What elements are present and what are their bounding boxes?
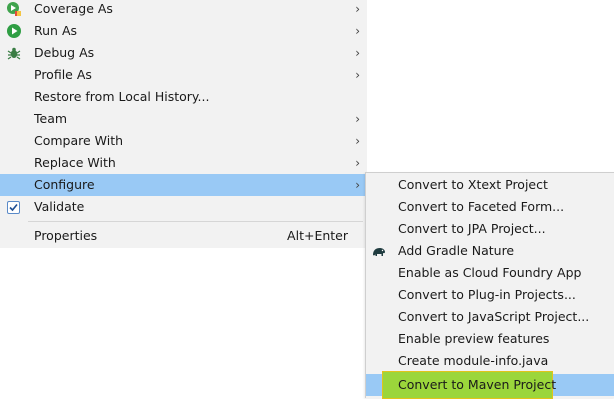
menu-item-label: Team xyxy=(34,111,68,126)
submenu-item-add-gradle-nature[interactable]: Add Gradle Nature xyxy=(366,240,614,262)
menu-item-label: Properties xyxy=(34,228,98,243)
menu-item-configure[interactable]: Configure › xyxy=(0,174,367,196)
submenu-item-convert-maven[interactable]: Convert to Maven Project xyxy=(366,371,614,399)
menu-separator xyxy=(28,221,363,222)
menu-item-profile-as[interactable]: Profile As › xyxy=(0,64,367,86)
menu-item-label: Coverage As xyxy=(34,1,113,16)
menu-item-validate[interactable]: Validate xyxy=(0,196,367,218)
menu-item-run-as[interactable]: Run As › xyxy=(0,20,367,42)
check-icon xyxy=(9,203,18,212)
menu-item-label: Create module-info.java xyxy=(398,353,549,368)
menu-item-team[interactable]: Team › xyxy=(0,108,367,130)
chevron-right-icon: › xyxy=(355,68,360,82)
debug-bug-icon xyxy=(6,45,22,61)
menu-item-label: Convert to JavaScript Project... xyxy=(398,309,590,324)
chevron-right-icon: › xyxy=(355,134,360,148)
chevron-right-icon: › xyxy=(355,178,360,192)
menu-item-label: Validate xyxy=(34,199,85,214)
submenu-item-enable-cloud-foundry[interactable]: Enable as Cloud Foundry App xyxy=(366,262,614,284)
menu-item-label: Compare With xyxy=(34,133,124,148)
menu-item-label: Configure xyxy=(34,177,95,192)
submenu-item-create-module-info[interactable]: Create module-info.java xyxy=(366,350,614,372)
menu-item-debug-as[interactable]: Debug As › xyxy=(0,42,367,64)
menu-item-label: Convert to JPA Project... xyxy=(398,221,546,236)
menu-item-label: Run As xyxy=(34,23,78,38)
menu-item-restore-local-history[interactable]: Restore from Local History... xyxy=(0,86,367,108)
menu-item-label: Enable as Cloud Foundry App xyxy=(398,265,582,280)
coverage-icon xyxy=(6,1,22,17)
menu-item-properties[interactable]: Properties Alt+Enter xyxy=(0,225,367,247)
submenu-item-convert-jpa[interactable]: Convert to JPA Project... xyxy=(366,218,614,240)
submenu-item-convert-faceted[interactable]: Convert to Faceted Form... xyxy=(366,196,614,218)
menu-item-label: Convert to Plug-in Projects... xyxy=(398,287,576,302)
menu-item-label: Convert to Faceted Form... xyxy=(398,199,565,214)
checkbox-checked[interactable] xyxy=(7,201,20,214)
menu-item-label: Convert to Maven Project xyxy=(398,377,557,392)
chevron-right-icon: › xyxy=(355,2,360,16)
submenu-item-convert-xtext[interactable]: Convert to Xtext Project xyxy=(366,174,614,196)
shortcut-label: Alt+Enter xyxy=(287,228,348,243)
chevron-right-icon: › xyxy=(355,24,360,38)
chevron-right-icon: › xyxy=(355,112,360,126)
menu-item-label: Restore from Local History... xyxy=(34,89,210,104)
submenu-item-convert-javascript[interactable]: Convert to JavaScript Project... xyxy=(366,306,614,328)
gradle-elephant-icon xyxy=(371,243,387,259)
menu-item-coverage-as[interactable]: Coverage As › xyxy=(0,0,367,20)
menu-item-label: Convert to Xtext Project xyxy=(398,177,548,192)
configure-submenu: Convert to Xtext Project Convert to Face… xyxy=(365,172,614,399)
menu-item-compare-with[interactable]: Compare With › xyxy=(0,130,367,152)
menu-item-label: Enable preview features xyxy=(398,331,550,346)
context-menu: Coverage As › Run As › Debug As › Profil… xyxy=(0,0,367,248)
chevron-right-icon: › xyxy=(355,46,360,60)
run-icon xyxy=(6,23,22,39)
menu-item-label: Profile As xyxy=(34,67,92,82)
chevron-right-icon: › xyxy=(355,156,360,170)
menu-item-label: Debug As xyxy=(34,45,95,60)
menu-item-replace-with[interactable]: Replace With › xyxy=(0,152,367,174)
menu-item-label: Replace With xyxy=(34,155,116,170)
menu-item-label: Add Gradle Nature xyxy=(398,243,515,258)
submenu-item-convert-plugin[interactable]: Convert to Plug-in Projects... xyxy=(366,284,614,306)
submenu-item-enable-preview[interactable]: Enable preview features xyxy=(366,328,614,350)
